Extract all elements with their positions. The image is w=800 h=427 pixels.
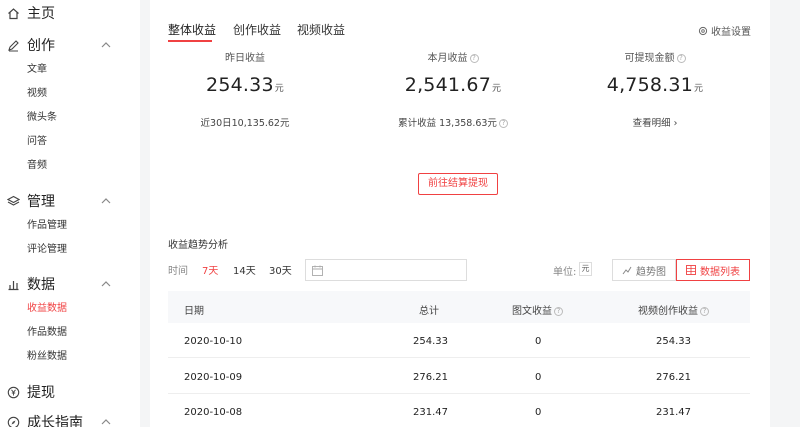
- sidebar-withdraw-label: 提现: [27, 385, 55, 401]
- range-14-days[interactable]: 14天: [233, 262, 256, 277]
- stat-this-month: 本月收益? 2,541.67元 累计收益 13,358.63元?: [363, 49, 543, 129]
- revenue-card: 整体收益 创作收益 视频收益 收益设置 昨日收益 254.33元 近30日10,…: [150, 0, 770, 427]
- sidebar-create[interactable]: 创作: [0, 34, 140, 56]
- stat-footer: 近30日10,135.62元: [200, 118, 290, 129]
- calendar-icon: [312, 265, 323, 276]
- cell-article: 0: [535, 407, 542, 418]
- chevron-up-icon[interactable]: [100, 416, 112, 427]
- sidebar-item-article[interactable]: 文章: [27, 63, 47, 77]
- stat-title: 昨日收益: [225, 53, 265, 64]
- col-article-revenue: 图文收益?: [512, 302, 563, 317]
- sidebar: 主页 创作 文章 视频 微头条 问答 音频 管理 作品管理 评论管理 数据 收益…: [0, 0, 140, 427]
- stat-footer: 累计收益 13,358.63元?: [363, 115, 543, 129]
- line-chart-icon: [622, 266, 632, 275]
- revenue-settings-link[interactable]: 收益设置: [698, 23, 751, 38]
- date-range-input[interactable]: [305, 259, 467, 281]
- cell-date: 2020-10-09: [184, 372, 243, 383]
- home-icon: [6, 6, 20, 20]
- stat-value: 4,758.31元: [606, 74, 704, 96]
- cell-video: 231.47: [656, 407, 691, 418]
- sidebar-data[interactable]: 数据: [0, 273, 140, 295]
- stat-title: 本月收益?: [363, 49, 543, 64]
- sidebar-data-label: 数据: [27, 277, 55, 293]
- table-row: 2020-10-08 231.47 0 231.47: [168, 394, 750, 427]
- sidebar-create-label: 创作: [27, 38, 55, 54]
- sidebar-home-label: 主页: [27, 6, 55, 22]
- range-30-days[interactable]: 30天: [269, 262, 292, 277]
- view-details-link[interactable]: 查看明细 ›: [565, 115, 745, 129]
- cell-video: 276.21: [656, 372, 691, 383]
- chevron-up-icon[interactable]: [100, 39, 112, 51]
- trend-section-title: 收益趋势分析: [168, 240, 228, 251]
- sidebar-manage-label: 管理: [27, 194, 55, 210]
- chevron-up-icon[interactable]: [100, 195, 112, 207]
- help-icon[interactable]: ?: [554, 306, 563, 316]
- help-icon[interactable]: ?: [700, 306, 709, 316]
- table-header: 日期 总计 图文收益? 视频创作收益?: [168, 291, 750, 323]
- sidebar-item-qa[interactable]: 问答: [27, 135, 47, 149]
- stat-withdrawable: 可提现金额? 4,758.31元 查看明细 ›: [565, 49, 745, 129]
- sidebar-growth-label: 成长指南: [27, 415, 83, 427]
- unit-value: 元: [579, 262, 592, 276]
- sidebar-item-fans-data[interactable]: 粉丝数据: [27, 350, 67, 364]
- help-icon[interactable]: ?: [498, 119, 508, 128]
- stat-value: 254.33元: [206, 74, 284, 96]
- data-list-button[interactable]: 数据列表: [676, 259, 750, 281]
- gear-icon: [698, 26, 708, 35]
- table-row: 2020-10-09 276.21 0 276.21: [168, 359, 750, 394]
- cell-article: 0: [535, 372, 542, 383]
- cell-article: 0: [535, 336, 542, 347]
- help-icon[interactable]: ?: [676, 53, 686, 63]
- active-tab-indicator: [168, 40, 212, 42]
- cell-total: 231.47: [413, 407, 448, 418]
- col-date: 日期: [184, 306, 204, 317]
- go-withdraw-button[interactable]: 前往结算提现: [418, 173, 498, 195]
- bar-chart-icon: [6, 277, 20, 291]
- sidebar-item-micro-headline[interactable]: 微头条: [27, 111, 57, 125]
- sidebar-item-audio[interactable]: 音频: [27, 159, 47, 173]
- sidebar-item-works-manage[interactable]: 作品管理: [27, 219, 67, 233]
- help-icon[interactable]: ?: [469, 53, 479, 63]
- time-label: 时间: [168, 266, 188, 277]
- revenue-settings-label: 收益设置: [711, 27, 751, 38]
- yuan-coin-icon: [6, 385, 20, 399]
- trend-chart-label: 趋势图: [636, 266, 666, 278]
- pencil-icon: [6, 38, 20, 52]
- unit-label: 单位:: [553, 267, 577, 278]
- cell-total: 254.33: [413, 336, 448, 347]
- sidebar-item-comments-manage[interactable]: 评论管理: [27, 243, 67, 257]
- data-list-label: 数据列表: [700, 266, 740, 278]
- sidebar-growth[interactable]: 成长指南: [0, 411, 140, 427]
- sidebar-item-video[interactable]: 视频: [27, 87, 47, 101]
- layers-icon: [6, 194, 20, 208]
- col-video-revenue: 视频创作收益?: [638, 302, 709, 317]
- stat-title: 可提现金额?: [565, 49, 745, 64]
- cell-video: 254.33: [656, 336, 691, 347]
- cell-total: 276.21: [413, 372, 448, 383]
- sidebar-withdraw[interactable]: 提现: [0, 381, 140, 403]
- tab-creation-revenue[interactable]: 创作收益: [233, 21, 281, 38]
- trend-chart-button[interactable]: 趋势图: [612, 259, 676, 281]
- range-7-days[interactable]: 7天: [202, 262, 218, 277]
- sidebar-item-revenue-data[interactable]: 收益数据: [27, 302, 67, 316]
- cell-date: 2020-10-08: [184, 407, 243, 418]
- cell-date: 2020-10-10: [184, 336, 243, 347]
- compass-icon: [6, 415, 20, 427]
- sidebar-manage[interactable]: 管理: [0, 190, 140, 212]
- sidebar-item-works-data[interactable]: 作品数据: [27, 326, 67, 340]
- tab-overall-revenue[interactable]: 整体收益: [168, 21, 216, 38]
- stat-value: 2,541.67元: [404, 74, 502, 96]
- chevron-up-icon[interactable]: [100, 278, 112, 290]
- sidebar-home[interactable]: 主页: [0, 2, 140, 24]
- table-row: 2020-10-10 254.33 0 254.33: [168, 323, 750, 358]
- col-total: 总计: [419, 306, 439, 317]
- table-icon: [686, 265, 696, 275]
- tab-video-revenue[interactable]: 视频收益: [297, 21, 345, 38]
- stat-yesterday: 昨日收益 254.33元 近30日10,135.62元: [155, 49, 335, 129]
